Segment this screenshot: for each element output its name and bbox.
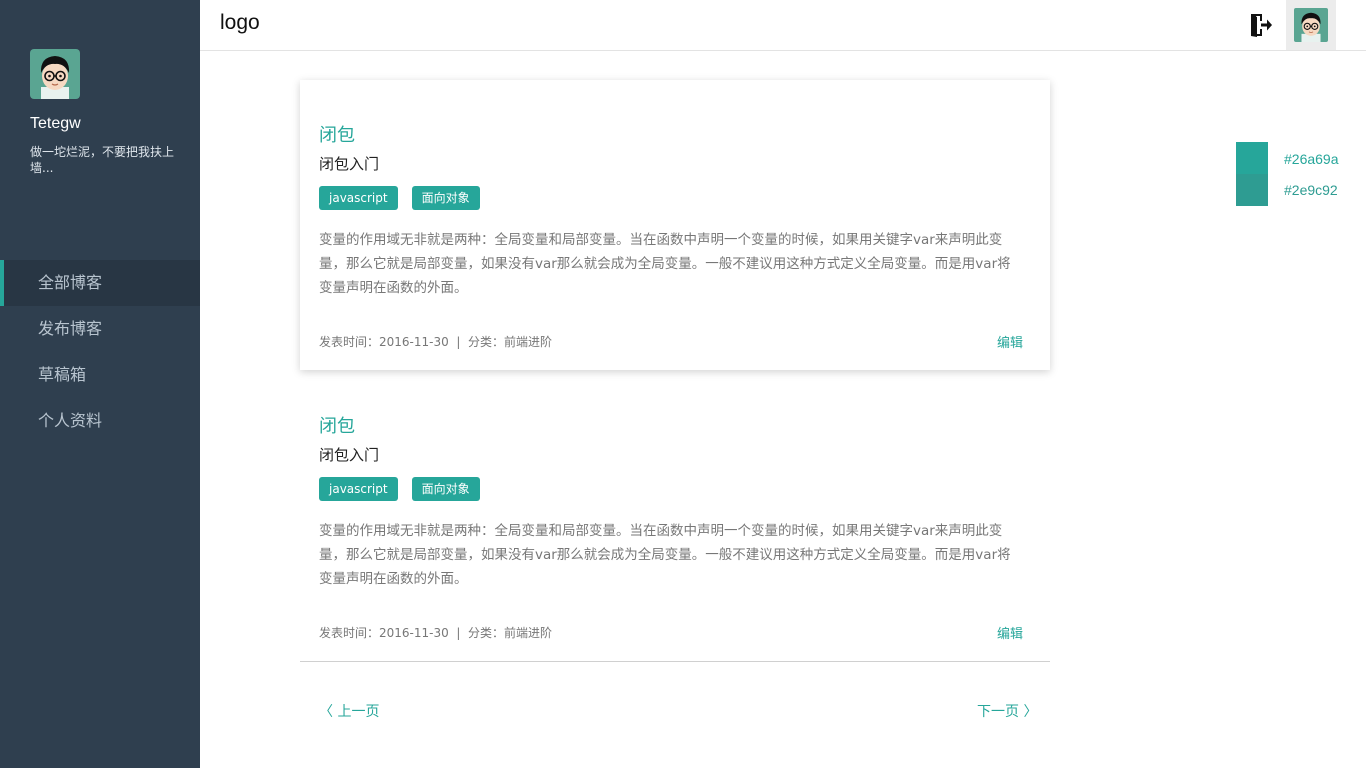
theme-swatch-label-1[interactable]: #26a69a <box>1284 151 1339 167</box>
article-title[interactable]: 闭包 <box>319 412 355 438</box>
article-excerpt: 变量的作用域无非就是两种：全局变量和局部变量。当在函数中声明一个变量的时候，如果… <box>319 232 1011 296</box>
article-subtitle: 闭包入门 <box>319 155 380 173</box>
article-card: 闭包 闭包入门 javascript 面向对象 变量的作用域无非就是两种：全局变… <box>300 80 1050 370</box>
logout-icon <box>1251 14 1272 37</box>
article-subtitle: 闭包入门 <box>319 446 380 464</box>
avatar-icon <box>30 49 80 99</box>
avatar-icon <box>1294 8 1328 42</box>
article-meta: 发表时间：2016-11-30 | 分类：前端进阶 <box>319 335 553 349</box>
tag-javascript[interactable]: javascript <box>319 477 398 501</box>
tag-oop[interactable]: 面向对象 <box>411 477 480 501</box>
article-tags: javascript 面向对象 <box>319 477 480 501</box>
article-excerpt: 变量的作用域无非就是两种：全局变量和局部变量。当在函数中声明一个变量的时候，如果… <box>319 523 1011 587</box>
sidebar-nav: 全部博客 发布博客 草稿箱 个人资料 <box>0 260 200 444</box>
prev-page-link[interactable]: 〈 上一页 <box>319 701 379 721</box>
sidebar-item-publish-blog[interactable]: 发布博客 <box>0 306 200 352</box>
logo[interactable]: logo <box>220 11 260 35</box>
edit-link[interactable]: 编辑 <box>997 623 1023 642</box>
theme-swatch-1[interactable] <box>1236 142 1268 174</box>
article-tags: javascript 面向对象 <box>319 186 480 210</box>
tag-javascript[interactable]: javascript <box>319 186 398 210</box>
theme-swatch-label-2[interactable]: #2e9c92 <box>1284 182 1338 198</box>
article-card: 闭包 闭包入门 javascript 面向对象 变量的作用域无非就是两种：全局变… <box>300 371 1050 662</box>
avatar[interactable] <box>30 49 80 99</box>
avatar <box>1294 8 1328 42</box>
sidebar-item-all-blogs[interactable]: 全部博客 <box>0 260 200 306</box>
theme-swatch-2[interactable] <box>1236 174 1268 206</box>
edit-link[interactable]: 编辑 <box>997 332 1023 351</box>
top-bar: logo <box>200 0 1366 51</box>
article-meta: 发表时间：2016-11-30 | 分类：前端进阶 <box>319 626 553 640</box>
user-motto: 做一坨烂泥，不要把我扶上墙... <box>30 145 175 175</box>
tag-oop[interactable]: 面向对象 <box>411 186 480 210</box>
article-title[interactable]: 闭包 <box>319 121 355 147</box>
user-menu-button[interactable] <box>1286 0 1336 50</box>
logout-button[interactable] <box>1248 12 1274 38</box>
user-name: Tetegw <box>30 115 81 132</box>
sidebar: Tetegw 做一坨烂泥，不要把我扶上墙... 全部博客 发布博客 草稿箱 个人… <box>0 0 200 768</box>
sidebar-item-profile[interactable]: 个人资料 <box>0 398 200 444</box>
sidebar-item-drafts[interactable]: 草稿箱 <box>0 352 200 398</box>
next-page-link[interactable]: 下一页 〉 <box>977 701 1037 721</box>
